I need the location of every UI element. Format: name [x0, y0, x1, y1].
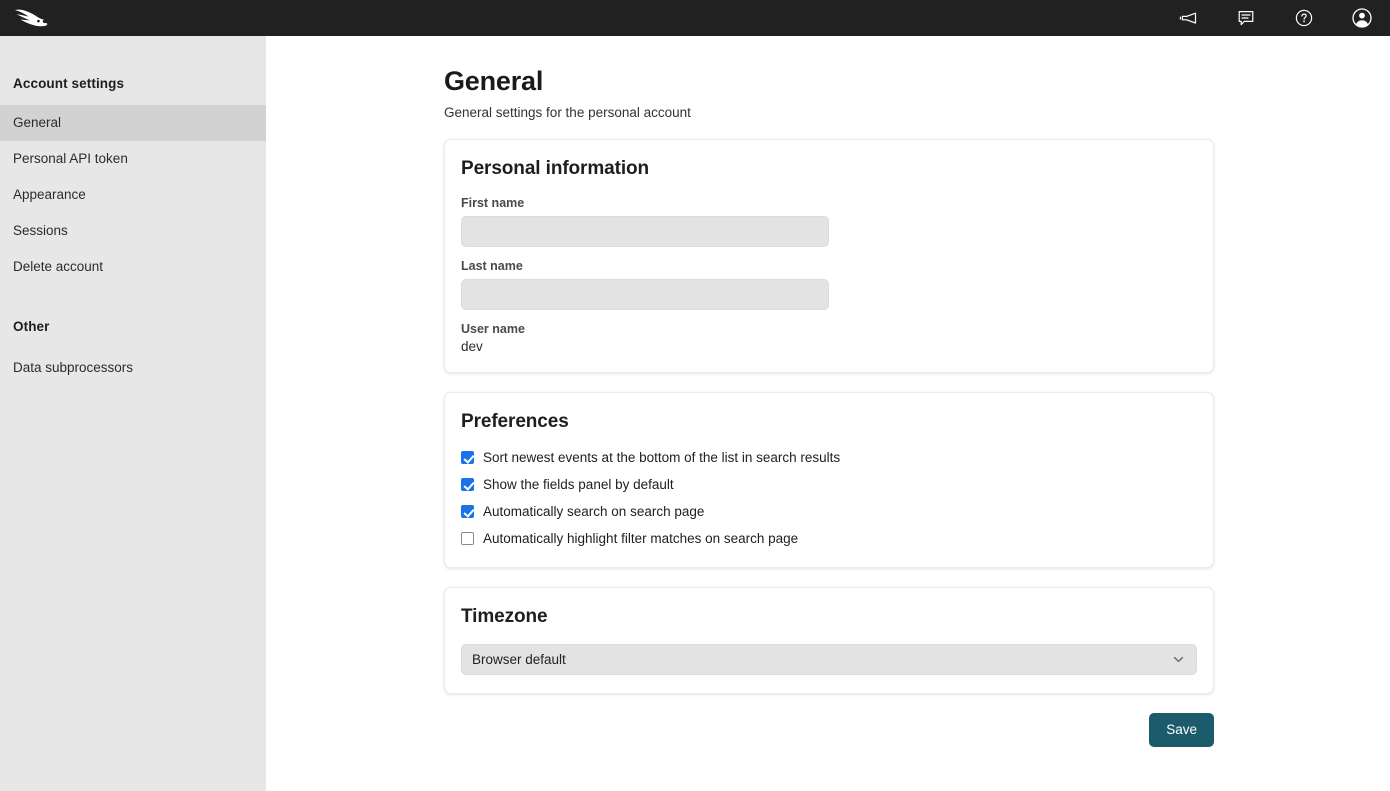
- preference-label: Automatically search on search page: [483, 503, 704, 520]
- settings-sidebar: Account settings General Personal API to…: [0, 36, 266, 791]
- preference-row-sort-newest-events[interactable]: Sort newest events at the bottom of the …: [461, 449, 1197, 466]
- timezone-selected-value: Browser default: [472, 652, 566, 667]
- checkbox-sort-newest-events[interactable]: [461, 451, 474, 464]
- top-navigation-bar: [0, 0, 1390, 36]
- settings-content-column: General General settings for the persona…: [444, 36, 1214, 747]
- timezone-card: Timezone Browser default: [444, 587, 1214, 694]
- falcon-logo[interactable]: [11, 4, 51, 32]
- user-name-group: User name dev: [461, 322, 1197, 354]
- sidebar-item-general[interactable]: General: [0, 105, 266, 141]
- user-name-value: dev: [461, 339, 1197, 354]
- personal-information-title: Personal information: [461, 158, 1197, 180]
- last-name-input[interactable]: [461, 279, 829, 310]
- topbar-icon-group: [1177, 7, 1390, 29]
- sidebar-item-sessions[interactable]: Sessions: [0, 213, 266, 249]
- preference-label: Sort newest events at the bottom of the …: [483, 449, 840, 466]
- user-name-label: User name: [461, 322, 1197, 336]
- save-button[interactable]: Save: [1149, 713, 1214, 747]
- form-footer: Save: [444, 713, 1214, 747]
- sidebar-item-delete-account[interactable]: Delete account: [0, 249, 266, 285]
- checkbox-automatically-search[interactable]: [461, 505, 474, 518]
- preferences-card: Preferences Sort newest events at the bo…: [444, 392, 1214, 568]
- checkbox-show-fields-panel[interactable]: [461, 478, 474, 491]
- timezone-title: Timezone: [461, 606, 1197, 628]
- first-name-group: First name: [461, 196, 1197, 247]
- preferences-title: Preferences: [461, 411, 1197, 433]
- user-avatar-icon[interactable]: [1351, 7, 1373, 29]
- sidebar-item-appearance[interactable]: Appearance: [0, 177, 266, 213]
- sidebar-item-personal-api-token[interactable]: Personal API token: [0, 141, 266, 177]
- preference-label: Show the fields panel by default: [483, 476, 674, 493]
- help-circle-icon[interactable]: [1293, 7, 1315, 29]
- preference-row-highlight-filter-matches[interactable]: Automatically highlight filter matches o…: [461, 530, 1197, 547]
- first-name-input[interactable]: [461, 216, 829, 247]
- sidebar-section-account-settings: Account settings: [0, 76, 266, 91]
- megaphone-icon[interactable]: [1177, 7, 1199, 29]
- sidebar-section-other: Other: [0, 319, 266, 334]
- feedback-chat-icon[interactable]: [1235, 7, 1257, 29]
- preference-label: Automatically highlight filter matches o…: [483, 530, 798, 547]
- checkbox-highlight-filter-matches[interactable]: [461, 532, 474, 545]
- page-subtitle: General settings for the personal accoun…: [444, 105, 1214, 120]
- timezone-select[interactable]: Browser default: [461, 644, 1197, 675]
- last-name-group: Last name: [461, 259, 1197, 310]
- preference-row-automatically-search[interactable]: Automatically search on search page: [461, 503, 1197, 520]
- last-name-label: Last name: [461, 259, 1197, 273]
- personal-information-card: Personal information First name Last nam…: [444, 139, 1214, 373]
- chevron-down-icon: [1171, 653, 1185, 667]
- main-content: General General settings for the persona…: [266, 36, 1390, 791]
- first-name-label: First name: [461, 196, 1197, 210]
- sidebar-item-data-subprocessors[interactable]: Data subprocessors: [0, 350, 266, 386]
- page-title: General: [444, 65, 1214, 97]
- preference-row-show-fields-panel[interactable]: Show the fields panel by default: [461, 476, 1197, 493]
